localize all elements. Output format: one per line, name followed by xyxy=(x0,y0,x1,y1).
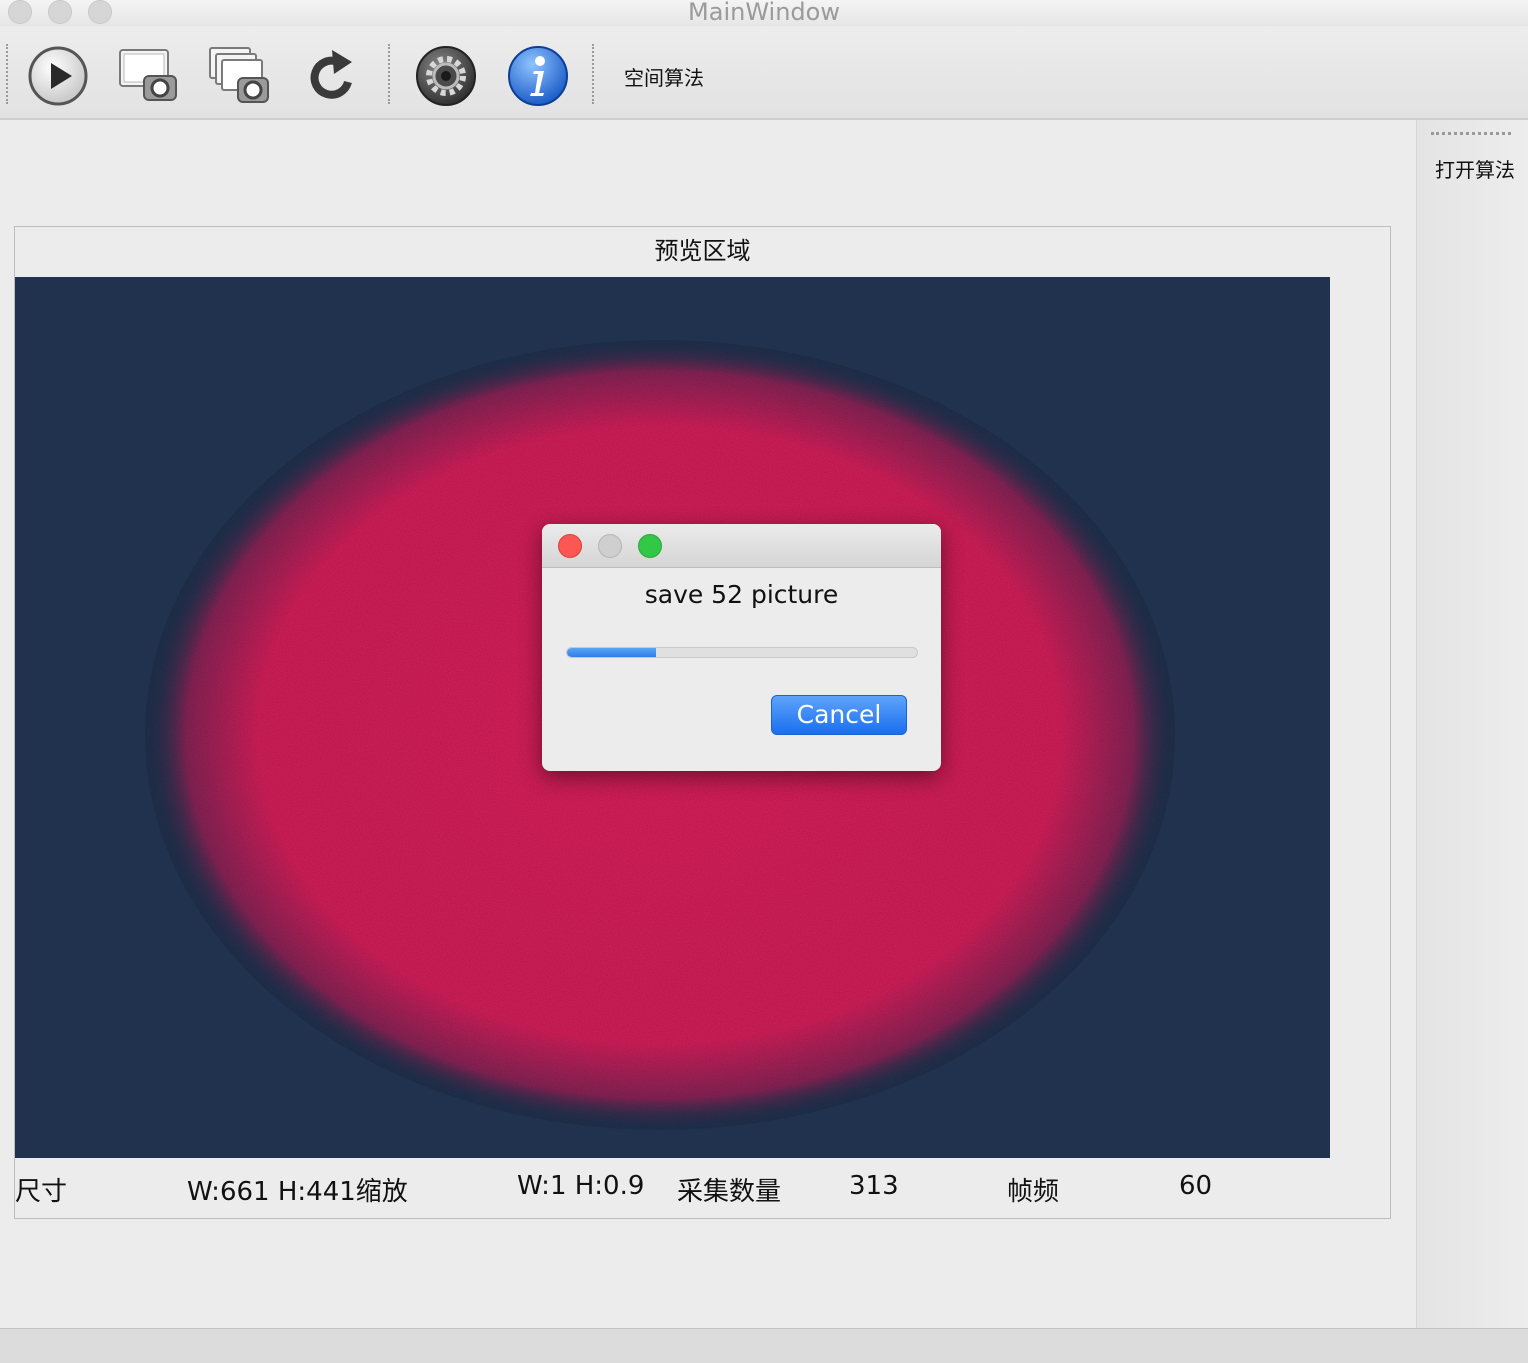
toolbar-separator xyxy=(388,44,390,104)
toolbar-grip[interactable] xyxy=(6,44,8,104)
capture-count-label: 采集数量 xyxy=(677,1177,782,1207)
dialog-close-button[interactable] xyxy=(558,534,582,558)
preview-title: 预览区域 xyxy=(654,237,751,265)
spatial-algorithm-button[interactable]: 空间算法 xyxy=(624,62,704,91)
cancel-button[interactable]: Cancel xyxy=(771,695,907,735)
capture-single-icon xyxy=(119,49,177,101)
capture-single-button[interactable] xyxy=(116,44,180,108)
gear-icon xyxy=(416,46,476,106)
toolbar-separator xyxy=(592,44,594,104)
play-icon xyxy=(28,46,88,106)
capture-count-value: 313 xyxy=(849,1171,899,1201)
dialog-minimize-button[interactable] xyxy=(598,534,622,558)
refresh-icon xyxy=(310,50,352,99)
info-button[interactable] xyxy=(506,44,570,108)
size-label: 尺寸 xyxy=(15,1177,68,1207)
size-value: W:661 H:441缩放 xyxy=(187,1177,408,1207)
progress-bar-fill xyxy=(567,648,657,657)
status-bar xyxy=(0,1328,1528,1363)
settings-button[interactable] xyxy=(414,44,478,108)
open-algorithm-button[interactable]: 打开算法 xyxy=(1435,154,1515,183)
info-icon xyxy=(508,46,568,106)
window-titlebar: MainWindow xyxy=(0,0,1528,26)
dialog-titlebar[interactable] xyxy=(542,524,941,568)
capture-multi-button[interactable] xyxy=(208,44,272,108)
progress-dialog: save 52 picture Cancel xyxy=(542,524,941,771)
progress-bar xyxy=(566,647,918,658)
play-button[interactable] xyxy=(26,44,90,108)
toolbar: 空间算法 xyxy=(0,30,1528,120)
dialog-zoom-button[interactable] xyxy=(638,534,662,558)
window-title: MainWindow xyxy=(688,0,840,26)
scale-value: W:1 H:0.9 xyxy=(517,1171,645,1201)
algorithm-dock: 打开算法 xyxy=(1416,120,1528,1328)
refresh-button[interactable] xyxy=(300,44,364,108)
dialog-message: save 52 picture xyxy=(644,580,839,609)
frame-rate-value: 60 xyxy=(1179,1171,1213,1201)
dock-grip[interactable] xyxy=(1431,132,1511,135)
frame-rate-label: 帧频 xyxy=(1007,1177,1060,1207)
capture-multi-icon xyxy=(209,47,269,103)
